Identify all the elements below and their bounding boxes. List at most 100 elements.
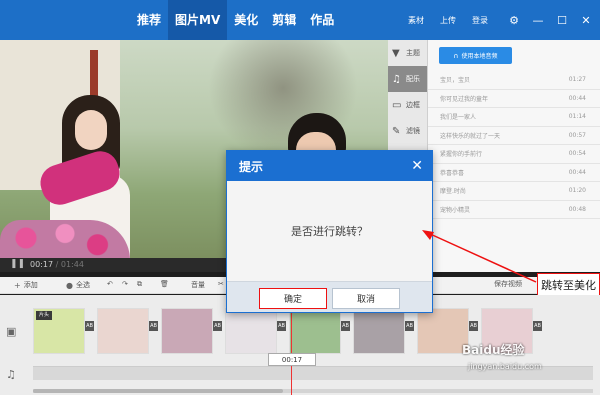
song-item[interactable]: 你可见过我的童年 00:44 — [428, 90, 600, 108]
transition-ab-icon[interactable]: AB — [469, 321, 478, 331]
plus-icon: + — [14, 280, 21, 290]
song-duration: 00:48 — [568, 205, 586, 213]
top-bar: 推荐 图片MV 美化 剪辑 作品 素材 上传 登录 ⚙ — ☐ ✕ — [0, 0, 600, 40]
upload-link[interactable]: 上传 — [440, 15, 456, 26]
transition-ab-icon[interactable]: AB — [149, 321, 158, 331]
filter-icon: ✎ — [392, 125, 401, 137]
song-item[interactable]: 这样快乐的就过了一天 00:57 — [428, 127, 600, 145]
add-label: 添加 — [23, 281, 38, 289]
song-duration: 01:20 — [568, 187, 586, 195]
timeline-thumb[interactable]: AB — [289, 308, 350, 354]
song-title: 我们是一家人 — [440, 114, 477, 122]
checkbox-icon: ● — [66, 280, 73, 290]
timeline-thumb[interactable]: AB — [225, 308, 286, 354]
use-local-audio-label: 使用本地音频 — [461, 53, 498, 60]
tab-music[interactable]: ♫ 配乐 — [388, 66, 427, 92]
transition-ab-icon[interactable]: AB — [341, 321, 350, 331]
song-title: 宠物小精灵 — [440, 206, 471, 214]
dialog-body: 是否进行跳转？ — [227, 181, 432, 281]
transition-ab-icon[interactable]: AB — [85, 321, 94, 331]
watermark-url: jingyan.baidu.com — [468, 362, 542, 371]
tab-filter-label: 滤镜 — [406, 127, 420, 135]
transition-ab-icon[interactable]: AB — [213, 321, 222, 331]
current-time: 00:17 — [30, 260, 54, 269]
gear-icon[interactable]: ⚙ — [504, 10, 524, 30]
song-duration: 00:44 — [568, 94, 586, 102]
nav-beautify[interactable]: 美化 — [227, 0, 265, 40]
timeline-thumb[interactable]: AB — [161, 308, 222, 354]
scrollbar-thumb[interactable] — [33, 389, 283, 393]
material-link[interactable]: 素材 — [408, 15, 424, 26]
song-title: 摩登.时尚 — [440, 188, 466, 196]
volume-label: 音量 — [191, 281, 205, 289]
nav-recommend[interactable]: 推荐 — [130, 0, 168, 40]
top-right-actions: 素材 上传 登录 ⚙ — ☐ ✕ — [408, 0, 600, 40]
tab-theme[interactable]: ▼ 主题 — [388, 40, 427, 66]
music-note-icon: ♫ — [392, 73, 401, 85]
delete-icon[interactable]: 🗑 — [160, 280, 169, 288]
tab-filter[interactable]: ✎ 滤镜 — [388, 118, 427, 144]
headphones-icon: ∩ — [453, 51, 459, 60]
song-item[interactable]: 宠物小精灵 00:48 — [428, 201, 600, 219]
song-item[interactable]: 恭喜恭喜 00:44 — [428, 164, 600, 182]
tab-frame-label: 边框 — [406, 101, 420, 109]
music-track-icon: ♫ — [6, 368, 16, 381]
maximize-icon[interactable]: ☐ — [552, 10, 572, 30]
frame-icon: ▭ — [392, 99, 402, 111]
redo-icon[interactable]: ↷ — [122, 280, 128, 288]
ok-button[interactable]: 确定 — [259, 288, 327, 309]
tab-frame[interactable]: ▭ 边框 — [388, 92, 427, 118]
select-all-label: 全选 — [75, 281, 90, 289]
cancel-button[interactable]: 取消 — [332, 288, 400, 309]
volume-button[interactable]: 音量 — [191, 280, 205, 290]
song-title: 这样快乐的就过了一天 — [440, 132, 501, 140]
total-time: / 01:44 — [55, 260, 84, 269]
undo-icon[interactable]: ↶ — [107, 280, 113, 288]
minimize-icon[interactable]: — — [528, 10, 548, 30]
timeline-scrollbar[interactable] — [33, 389, 593, 393]
song-title: 宝贝，宝贝 — [440, 77, 471, 85]
song-item[interactable]: 摩登.时尚 01:20 — [428, 182, 600, 201]
pause-icon[interactable]: ❚❚ — [10, 259, 25, 269]
nav-edit[interactable]: 剪辑 — [265, 0, 303, 40]
transition-ab-icon[interactable]: AB — [533, 321, 542, 331]
copy-icon[interactable]: ⧉ — [137, 280, 142, 289]
close-icon[interactable]: ✕ — [576, 10, 596, 30]
dialog-title: 提示 — [239, 159, 264, 174]
dialog-header: 提示 ✕ — [227, 151, 432, 181]
song-duration: 01:27 — [568, 76, 586, 84]
scene-flowers — [0, 220, 130, 260]
song-item[interactable]: 宝贝，宝贝 01:27 — [428, 71, 600, 90]
song-item[interactable]: 我们是一家人 01:14 — [428, 108, 600, 127]
timeline-thumb[interactable]: 片头 AB — [33, 308, 94, 354]
jump-to-beautify-button[interactable]: 跳转至美化 — [537, 273, 600, 297]
timeline-thumb[interactable]: AB — [97, 308, 158, 354]
song-item[interactable]: 紧握你的手前行 00:54 — [428, 145, 600, 164]
timecode: 00:17 / 01:44 — [30, 260, 84, 269]
song-title: 你可见过我的童年 — [440, 95, 489, 103]
song-duration: 00:57 — [568, 131, 586, 139]
playhead-time: 00:17 — [268, 353, 316, 366]
main-nav: 推荐 图片MV 美化 剪辑 作品 — [130, 0, 341, 40]
save-video-button[interactable]: 保存视频 — [494, 279, 522, 289]
select-all-button[interactable]: ● 全选 — [66, 280, 90, 290]
song-duration: 00:54 — [568, 150, 586, 158]
transition-ab-icon[interactable]: AB — [277, 321, 286, 331]
dialog-close-icon[interactable]: ✕ — [411, 158, 423, 174]
nav-photo-mv[interactable]: 图片MV — [168, 0, 228, 40]
song-title: 紧握你的手前行 — [440, 151, 483, 159]
baidu-watermark: Baidu经验 — [462, 343, 525, 357]
edit-icon[interactable]: ✂ — [218, 280, 224, 288]
dialog-message: 是否进行跳转？ — [291, 225, 368, 238]
transition-ab-icon[interactable]: AB — [405, 321, 414, 331]
dialog-footer: 确定 取消 — [227, 281, 432, 312]
timeline-thumb[interactable]: AB — [353, 308, 414, 354]
song-list: 宝贝，宝贝 01:27 你可见过我的童年 00:44 我们是一家人 01:14 这样快… — [428, 71, 600, 219]
image-track-icon: ▣ — [6, 325, 17, 338]
add-button[interactable]: + 添加 — [14, 280, 38, 290]
login-link[interactable]: 登录 — [472, 15, 488, 26]
use-local-audio-button[interactable]: ∩ 使用本地音频 — [439, 47, 512, 64]
song-title: 恭喜恭喜 — [440, 169, 465, 177]
nav-works[interactable]: 作品 — [303, 0, 341, 40]
scene-girl-face — [75, 110, 107, 150]
